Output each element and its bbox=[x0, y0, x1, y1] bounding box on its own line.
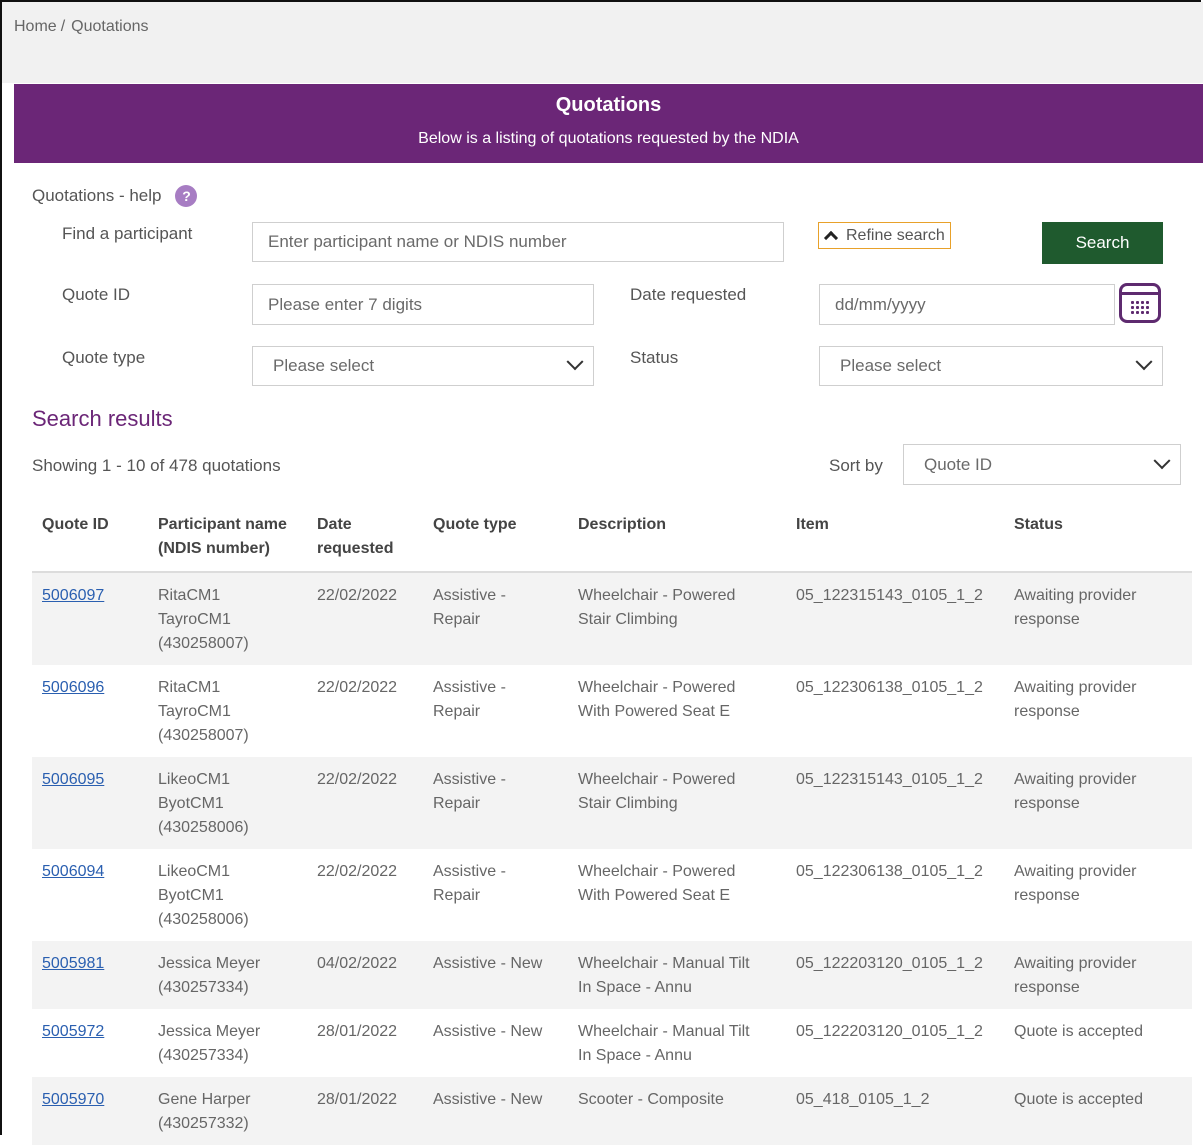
column-header-description[interactable]: Description bbox=[578, 513, 666, 537]
top-bar: Home / Quotations bbox=[2, 2, 1203, 83]
quote-type-cell: Assistive - Repair bbox=[433, 587, 506, 628]
sort-by-value: Quote ID bbox=[924, 454, 993, 474]
date-requested-input[interactable]: dd/mm/yyyy bbox=[819, 284, 1115, 325]
item-cell: 05_122203120_0105_1_2 bbox=[796, 1023, 983, 1040]
table-row: 5006094 LikeoCM1 ByotCM1 (430258006) 22/02/2… bbox=[32, 849, 1192, 941]
date-cell: 04/02/2022 bbox=[317, 955, 398, 972]
page-subtitle: Below is a listing of quotations request… bbox=[418, 130, 799, 147]
quote-id-label: Quote ID bbox=[62, 285, 131, 304]
chevron-up-icon bbox=[823, 230, 839, 245]
chevron-down-icon bbox=[1153, 451, 1171, 469]
table-row: 5006096 RitaCM1 TayroCM1 (430258007) 22/02/2… bbox=[32, 665, 1192, 757]
participant-cell: RitaCM1 TayroCM1 (430258007) bbox=[158, 679, 249, 744]
question-circle-icon[interactable]: ? bbox=[175, 185, 198, 207]
description-cell: Wheelchair - Powered With Powered Seat E bbox=[578, 679, 736, 720]
status-select[interactable]: Please select bbox=[819, 346, 1163, 386]
item-cell: 05_122306138_0105_1_2 bbox=[796, 863, 983, 880]
refine-search-toggle[interactable]: Refine search bbox=[818, 222, 951, 249]
participant-label: Find a participant bbox=[62, 224, 193, 243]
item-cell: 05_122203120_0105_1_2 bbox=[796, 955, 983, 972]
chevron-down-icon bbox=[566, 353, 584, 371]
column-header-participant[interactable]: Participant name (NDIS number) bbox=[158, 513, 287, 561]
description-cell: Scooter - Composite bbox=[578, 1091, 724, 1108]
quote-id-link[interactable]: 5005972 bbox=[42, 1020, 104, 1044]
quote-type-cell: Assistive - Repair bbox=[433, 771, 506, 812]
refine-search-label: Refine search bbox=[846, 226, 945, 244]
table-row: 5005972 Jessica Meyer (430257334) 28/01/202… bbox=[32, 1009, 1192, 1077]
quote-type-cell: Assistive - New bbox=[433, 1023, 543, 1040]
chevron-down-icon bbox=[1135, 353, 1153, 371]
status-cell: Awaiting provider response bbox=[1014, 863, 1137, 904]
quote-id-input[interactable]: Please enter 7 digits bbox=[252, 284, 594, 325]
quote-type-cell: Assistive - New bbox=[433, 955, 543, 972]
search-button[interactable]: Search bbox=[1042, 222, 1163, 264]
quote-type-cell: Assistive - New bbox=[433, 1091, 543, 1108]
quote-id-link[interactable]: 5006095 bbox=[42, 768, 104, 792]
status-cell: Quote is accepted bbox=[1014, 1023, 1143, 1040]
breadcrumb-home[interactable]: Home bbox=[14, 18, 57, 35]
participant-cell: RitaCM1 TayroCM1 (430258007) bbox=[158, 587, 249, 652]
item-cell: 05_122315143_0105_1_2 bbox=[796, 771, 983, 788]
column-header-quote-id[interactable]: Quote ID bbox=[42, 513, 109, 537]
help-link[interactable]: Quotations - help ? bbox=[32, 185, 198, 207]
status-label: Status bbox=[630, 348, 679, 367]
page-title: Quotations bbox=[555, 94, 662, 116]
status-cell: Awaiting provider response bbox=[1014, 955, 1137, 996]
participant-cell: Jessica Meyer (430257334) bbox=[158, 1023, 261, 1064]
item-cell: 05_122306138_0105_1_2 bbox=[796, 679, 983, 696]
date-cell: 22/02/2022 bbox=[317, 771, 398, 788]
column-header-quote-type[interactable]: Quote type bbox=[433, 513, 517, 537]
quote-type-cell: Assistive - Repair bbox=[433, 679, 506, 720]
status-cell: Quote is accepted bbox=[1014, 1091, 1143, 1108]
quote-id-link[interactable]: 5005970 bbox=[42, 1088, 104, 1112]
quote-id-link[interactable]: 5006096 bbox=[42, 676, 104, 700]
results-count: Showing 1 - 10 of 478 quotations bbox=[32, 456, 281, 475]
status-cell: Awaiting provider response bbox=[1014, 771, 1137, 812]
description-cell: Wheelchair - Powered Stair Climbing bbox=[578, 771, 736, 812]
quote-type-label: Quote type bbox=[62, 348, 146, 367]
participant-search-input[interactable]: Enter participant name or NDIS number bbox=[252, 222, 784, 262]
sort-by-select[interactable]: Quote ID bbox=[903, 444, 1181, 485]
description-cell: Wheelchair - Powered Stair Climbing bbox=[578, 587, 736, 628]
participant-cell: Gene Harper (430257332) bbox=[158, 1091, 251, 1132]
status-cell: Awaiting provider response bbox=[1014, 679, 1137, 720]
date-requested-label: Date requested bbox=[630, 285, 747, 304]
quote-type-value: Please select bbox=[273, 356, 375, 375]
date-cell: 22/02/2022 bbox=[317, 587, 398, 604]
sort-by-label: Sort by bbox=[829, 456, 883, 475]
page-banner: Quotations Below is a listing of quotati… bbox=[14, 84, 1203, 163]
breadcrumb: Home / Quotations bbox=[14, 18, 149, 35]
quote-id-link[interactable]: 5005981 bbox=[42, 952, 104, 976]
quote-type-cell: Assistive - Repair bbox=[433, 863, 506, 904]
calendar-icon[interactable] bbox=[1119, 283, 1161, 323]
quote-id-link[interactable]: 5006097 bbox=[42, 584, 104, 608]
table-row: 5006097 RitaCM1 TayroCM1 (430258007) 22/02/2… bbox=[32, 573, 1192, 665]
participant-cell: Jessica Meyer (430257334) bbox=[158, 955, 261, 996]
results-title: Search results bbox=[32, 406, 173, 431]
item-cell: 05_122315143_0105_1_2 bbox=[796, 587, 983, 604]
description-cell: Wheelchair - Manual Tilt In Space - Annu bbox=[578, 1023, 750, 1064]
help-label: Quotations - help bbox=[32, 186, 162, 205]
description-cell: Wheelchair - Manual Tilt In Space - Annu bbox=[578, 955, 750, 996]
quote-id-link[interactable]: 5006094 bbox=[42, 860, 104, 884]
status-cell: Awaiting provider response bbox=[1014, 587, 1137, 628]
description-cell: Wheelchair - Powered With Powered Seat E bbox=[578, 863, 736, 904]
date-cell: 28/01/2022 bbox=[317, 1091, 398, 1108]
table-row: 5006095 LikeoCM1 ByotCM1 (430258006) 22/02/2… bbox=[32, 757, 1192, 849]
item-cell: 05_418_0105_1_2 bbox=[796, 1091, 930, 1108]
date-cell: 22/02/2022 bbox=[317, 679, 398, 696]
participant-cell: LikeoCM1 ByotCM1 (430258006) bbox=[158, 863, 249, 928]
participant-cell: LikeoCM1 ByotCM1 (430258006) bbox=[158, 771, 249, 836]
table-row: 5005981 Jessica Meyer (430257334) 04/02/202… bbox=[32, 941, 1192, 1009]
quote-type-select[interactable]: Please select bbox=[252, 346, 594, 386]
status-value: Please select bbox=[840, 356, 942, 375]
column-header-item[interactable]: Item bbox=[796, 513, 829, 537]
date-cell: 22/02/2022 bbox=[317, 863, 398, 880]
column-header-date[interactable]: Date requested bbox=[317, 513, 393, 561]
column-header-status[interactable]: Status bbox=[1014, 513, 1063, 537]
breadcrumb-current: Quotations bbox=[71, 18, 149, 35]
date-cell: 28/01/2022 bbox=[317, 1023, 398, 1040]
